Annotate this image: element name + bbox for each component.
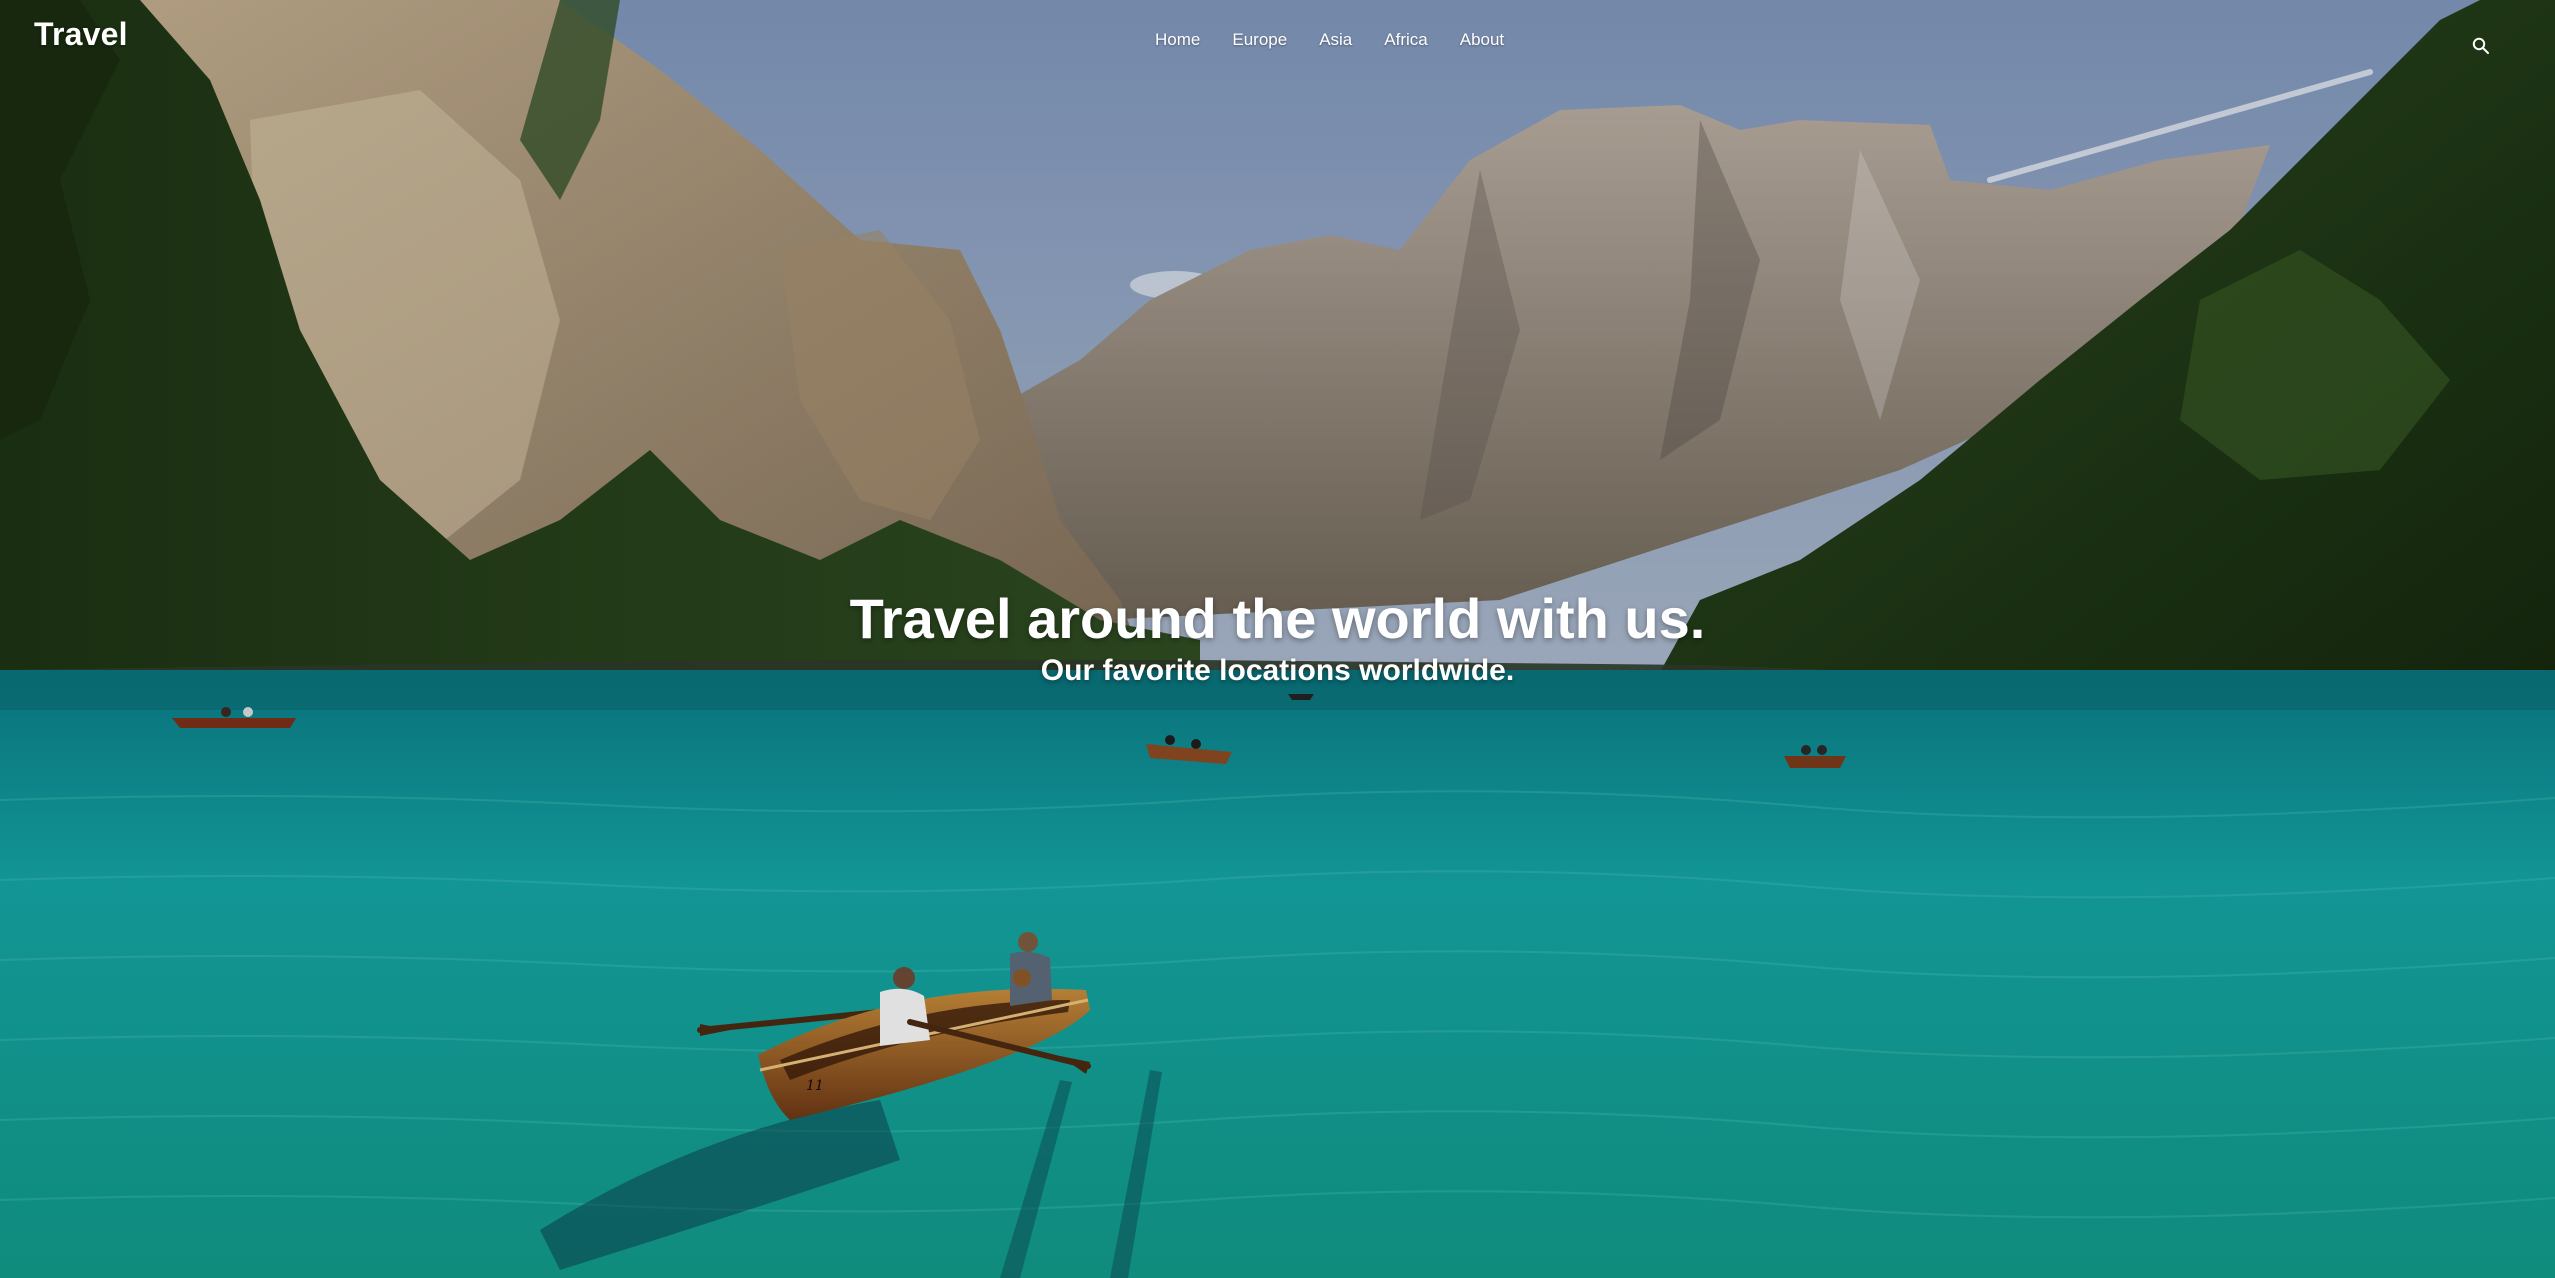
nav-item-africa[interactable]: Africa xyxy=(1384,28,1427,52)
nav-item-about[interactable]: About xyxy=(1460,28,1504,52)
nav-item-asia[interactable]: Asia xyxy=(1319,28,1352,52)
nav-item-home[interactable]: Home xyxy=(1155,28,1200,52)
main-nav: Home Europe Asia Africa About xyxy=(1155,28,1504,52)
search-icon xyxy=(2472,37,2489,54)
search-button[interactable] xyxy=(2471,36,2491,56)
boat-number: 11 xyxy=(806,1078,824,1094)
nav-item-europe[interactable]: Europe xyxy=(1232,28,1287,52)
hero-subheadline: Our favorite locations worldwide. xyxy=(1040,654,1515,687)
hero-headline: Travel around the world with us. xyxy=(849,587,1706,650)
brand-logo[interactable]: Travel xyxy=(34,16,128,53)
hero-section: 11 Travel Home Europe Asia Africa About … xyxy=(0,0,2555,1278)
